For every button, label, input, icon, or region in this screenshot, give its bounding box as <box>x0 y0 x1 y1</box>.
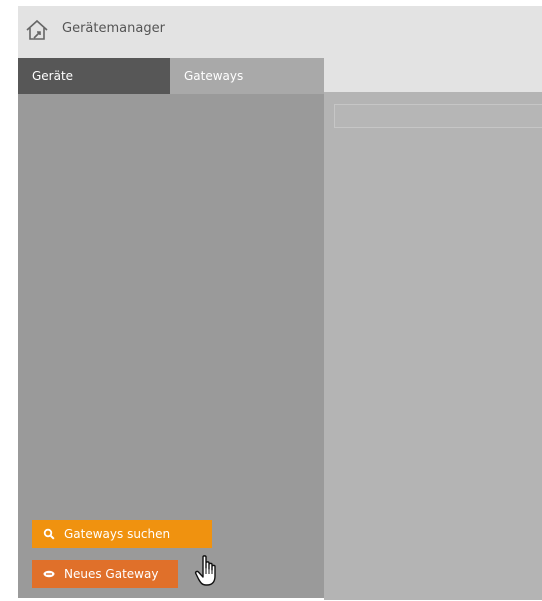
header-bar: Gerätemanager <box>18 6 542 58</box>
hand-cursor-icon <box>194 555 216 586</box>
new-gateway-label: Neues Gateway <box>64 567 159 581</box>
app-title: Gerätemanager <box>62 21 165 36</box>
tab-geraete[interactable]: Geräte <box>18 58 170 94</box>
search-icon <box>43 528 55 540</box>
new-gateway-button[interactable]: Neues Gateway <box>32 560 178 588</box>
panel-footer: Gateways suchen Neues Gateway <box>18 518 324 598</box>
detail-header-strip <box>324 58 542 92</box>
gateway-list[interactable] <box>18 94 324 518</box>
tab-gateways[interactable]: Gateways <box>170 58 324 94</box>
gateway-icon <box>43 570 55 578</box>
detail-search-input[interactable] <box>334 104 542 128</box>
gateway-detail-panel <box>324 92 542 600</box>
search-gateways-label: Gateways suchen <box>64 527 171 541</box>
house-icon <box>26 19 48 40</box>
gateway-panel: Geräte Gateways Gateways suchen Neues Ga… <box>18 58 324 598</box>
search-gateways-button[interactable]: Gateways suchen <box>32 520 212 548</box>
device-manager-window: Gerätemanager Geräte Gateways Gateways s… <box>0 0 542 601</box>
tab-bar: Geräte Gateways <box>18 58 324 94</box>
